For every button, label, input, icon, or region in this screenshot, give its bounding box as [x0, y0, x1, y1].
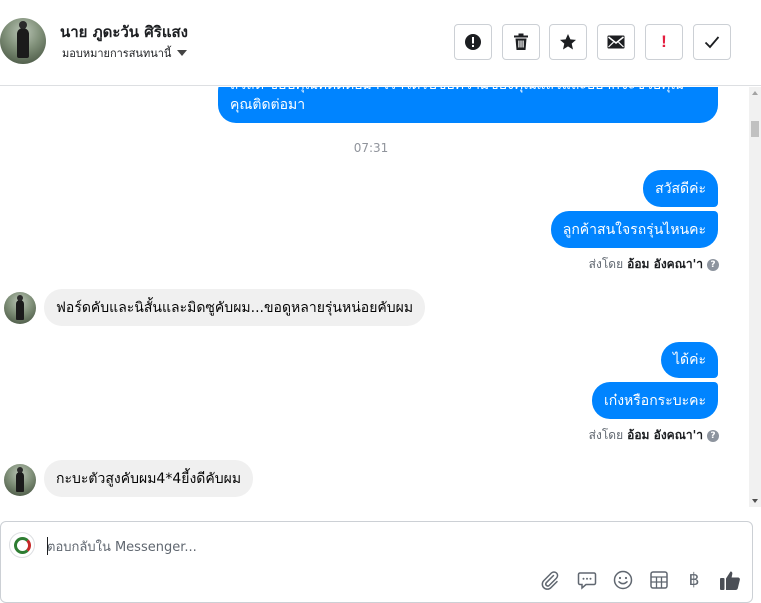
paperclip-icon	[541, 571, 559, 590]
assign-label: มอบหมายการสนทนานี้	[62, 47, 172, 60]
message-text: สวัสดี ขอบคุณที่ติดต่อมา เราได้รับข้อควา…	[230, 87, 684, 95]
mark-done-button[interactable]	[693, 24, 731, 60]
like-button[interactable]	[718, 568, 742, 592]
follow-up-button[interactable]: !	[645, 24, 683, 60]
attach-button[interactable]	[538, 568, 562, 592]
page-avatar	[9, 532, 35, 558]
chevron-down-icon	[177, 50, 188, 56]
mark-unread-button[interactable]	[597, 24, 635, 60]
conversation-header: นาย ภูดะวัน ศิริแสง มอบหมายการสนทนานี้ !	[0, 0, 761, 86]
report-spam-button[interactable]	[454, 24, 492, 60]
trash-icon	[514, 33, 528, 50]
incoming-message[interactable]: กะบะตัวสูงคับผม4*4ยี้งดีคับผม	[44, 460, 254, 497]
exclamation-icon: !	[661, 32, 667, 51]
sent-by-label: ส่งโดย อ้อม อังคณา'า ?	[589, 255, 719, 274]
outgoing-message-auto-reply[interactable]: สวัสดี ขอบคุณที่ติดต่อมา เราได้รับข้อควา…	[218, 87, 718, 123]
message-text: กะบะตัวสูงคับผม4*4ยี้งดีคับผม	[56, 470, 242, 487]
contact-avatar[interactable]	[0, 18, 46, 64]
star-icon	[560, 34, 576, 50]
message-text: เก๋งหรือกระบะคะ	[603, 392, 706, 409]
thread-scrollbar[interactable]	[749, 87, 761, 507]
table-grid-icon	[650, 571, 668, 589]
scroll-up-arrow-icon[interactable]	[752, 91, 758, 95]
checkmark-icon	[704, 36, 720, 49]
contact-avatar-small[interactable]	[4, 464, 36, 496]
outgoing-message[interactable]: สวัสดีค่ะ	[643, 170, 718, 207]
outgoing-message[interactable]: ได้ค่ะ	[660, 342, 718, 378]
contact-name[interactable]: นาย ภูดะวัน ศิริแสง	[60, 20, 188, 44]
message-text: ฟอร์ดคับและนิสั้นและมิดซูคับผม...ขอดูหลา…	[56, 299, 414, 316]
speech-bubble-icon	[577, 572, 597, 590]
emoji-button[interactable]	[611, 568, 635, 592]
payment-button[interactable]: ฿	[682, 568, 706, 592]
outgoing-message[interactable]: ลูกค้าสนใจรถรุ่นไหนคะ	[550, 211, 718, 248]
sent-by-prefix: ส่งโดย	[588, 257, 624, 271]
message-text: ได้ค่ะ	[672, 352, 706, 368]
baht-icon: ฿	[688, 570, 700, 590]
help-icon[interactable]: ?	[707, 429, 719, 442]
message-thread[interactable]: สวัสดี ขอบคุณที่ติดต่อมา เราได้รับข้อควา…	[0, 87, 761, 507]
sent-by-name: อ้อม อังคณา'า	[627, 428, 703, 442]
contact-avatar-small[interactable]	[4, 292, 36, 324]
reply-composer: ฿	[0, 521, 753, 603]
outgoing-message[interactable]: เก๋งหรือกระบะคะ	[591, 382, 718, 419]
text-cursor	[47, 537, 48, 555]
message-timestamp: 07:31	[353, 141, 389, 155]
scroll-thumb[interactable]	[751, 121, 759, 137]
saved-replies-button[interactable]	[575, 568, 599, 592]
order-template-button[interactable]	[647, 568, 671, 592]
incoming-message[interactable]: ฟอร์ดคับและนิสั้นและมิดซูคับผม...ขอดูหลา…	[44, 289, 426, 326]
star-button[interactable]	[549, 24, 587, 60]
assign-conversation-dropdown[interactable]: มอบหมายการสนทนานี้	[62, 44, 188, 62]
scroll-down-arrow-icon[interactable]	[752, 499, 758, 503]
sent-by-label: ส่งโดย อ้อม อังคณา'า ?	[589, 426, 719, 445]
delete-button[interactable]	[502, 24, 540, 60]
sent-by-name: อ้อม อังคณา'า	[627, 257, 703, 271]
message-text: คุณติดต่อมา	[230, 97, 306, 113]
alert-circle-icon	[465, 34, 481, 50]
smiley-icon	[613, 570, 633, 590]
sent-by-prefix: ส่งโดย	[588, 428, 624, 442]
thumbs-up-icon	[720, 571, 740, 590]
envelope-icon	[607, 35, 625, 49]
message-text: ลูกค้าสนใจรถรุ่นไหนคะ	[562, 221, 706, 238]
reply-input[interactable]	[47, 536, 727, 558]
message-text: สวัสดีค่ะ	[655, 180, 706, 197]
help-icon[interactable]: ?	[707, 258, 719, 271]
